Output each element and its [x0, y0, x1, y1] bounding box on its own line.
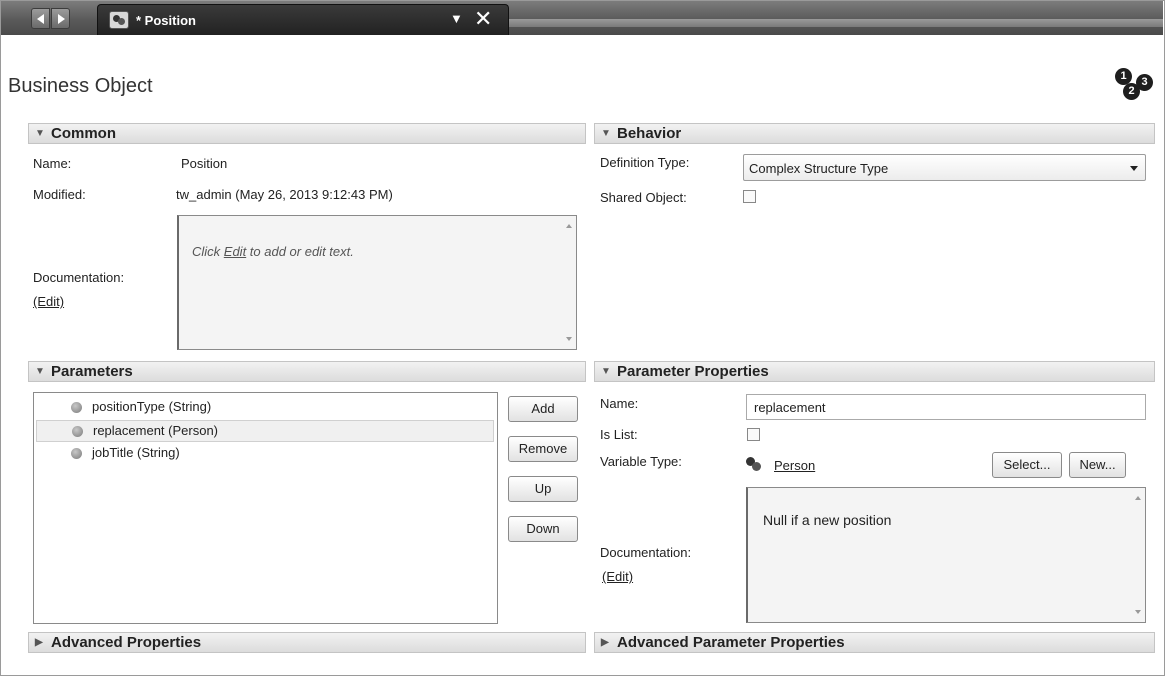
variable-type-link[interactable]: Person	[774, 458, 815, 473]
list-item[interactable]: jobTitle (String)	[36, 443, 494, 465]
add-button[interactable]: Add	[508, 396, 578, 422]
advanced-parameter-properties-label: Advanced Parameter Properties	[617, 634, 845, 651]
forward-arrow-icon	[58, 14, 65, 24]
collapse-icon: ▼	[35, 366, 45, 377]
shared-object-checkbox[interactable]	[743, 190, 756, 203]
remove-button[interactable]: Remove	[508, 436, 578, 462]
history-nav	[31, 8, 71, 29]
collapse-icon: ▼	[35, 128, 45, 139]
parameter-properties-header-label: Parameter Properties	[617, 363, 769, 380]
parameters-header-label: Parameters	[51, 363, 133, 380]
parameters-section-header[interactable]: ▼ Parameters	[28, 361, 586, 382]
param-documentation-text: Null if a new position	[763, 512, 892, 528]
select-button[interactable]: Select...	[992, 452, 1062, 478]
step-2: 2	[1123, 83, 1140, 100]
parameter-icon	[71, 402, 82, 413]
list-item-label: replacement (Person)	[93, 423, 218, 438]
tab-bar: * Position ▼ ✕	[1, 1, 1163, 35]
is-list-label: Is List:	[600, 427, 638, 442]
chevron-down-icon[interactable]: ▼	[450, 11, 463, 26]
advanced-properties-label: Advanced Properties	[51, 634, 202, 651]
advanced-properties-header[interactable]: ▶ Advanced Properties	[28, 632, 586, 653]
scroll-down-icon	[1135, 610, 1141, 614]
documentation-edit-link[interactable]: (Edit)	[33, 294, 64, 309]
scrollbar[interactable]	[562, 216, 576, 349]
placeholder-pre: Click	[192, 244, 224, 259]
collapse-icon: ▼	[601, 366, 611, 377]
list-item-label: jobTitle (String)	[92, 445, 180, 460]
param-name-label: Name:	[600, 396, 639, 411]
param-name-value: replacement	[754, 400, 826, 415]
definition-type-label: Definition Type:	[600, 155, 690, 170]
common-header-label: Common	[51, 125, 116, 142]
is-list-checkbox[interactable]	[747, 428, 760, 441]
param-documentation-box[interactable]: Null if a new position	[746, 487, 1146, 623]
common-section-header[interactable]: ▼ Common	[28, 123, 586, 144]
list-item[interactable]: positionType (String)	[36, 397, 494, 419]
param-name-field[interactable]: replacement	[746, 394, 1146, 420]
tab-title: * Position	[136, 13, 196, 28]
close-icon[interactable]: ✕	[474, 6, 492, 32]
name-value: Position	[181, 156, 228, 171]
tab-position[interactable]: * Position ▼ ✕	[97, 4, 509, 35]
page-title: Business Object	[8, 75, 153, 97]
name-label: Name:	[33, 156, 72, 171]
down-button[interactable]: Down	[508, 516, 578, 542]
modified-label: Modified:	[33, 187, 86, 202]
modified-value: tw_admin (May 26, 2013 9:12:43 PM)	[176, 187, 393, 202]
scrollbar[interactable]	[1131, 488, 1145, 622]
chevron-down-icon	[1130, 166, 1138, 171]
parameter-properties-section-header[interactable]: ▼ Parameter Properties	[594, 361, 1155, 382]
param-documentation-edit-link[interactable]: (Edit)	[602, 569, 633, 584]
collapse-icon: ▼	[601, 128, 611, 139]
definition-type-value: Complex Structure Type	[749, 161, 889, 176]
behavior-header-label: Behavior	[617, 125, 682, 142]
back-button[interactable]	[31, 8, 50, 29]
variable-type-label: Variable Type:	[600, 454, 682, 469]
scroll-up-icon	[566, 224, 572, 228]
list-item[interactable]: replacement (Person)	[36, 420, 494, 442]
up-button[interactable]: Up	[508, 476, 578, 502]
step-numbers-icon[interactable]: 1 3 2	[1110, 66, 1154, 102]
param-documentation-label: Documentation:	[600, 545, 692, 560]
forward-button[interactable]	[51, 8, 70, 29]
documentation-box[interactable]: Click Edit to add or edit text.	[177, 215, 577, 350]
behavior-section-header[interactable]: ▼ Behavior	[594, 123, 1155, 144]
parameters-list[interactable]: positionType (String) replacement (Perso…	[33, 392, 498, 624]
advanced-parameter-properties-header[interactable]: ▶ Advanced Parameter Properties	[594, 632, 1155, 653]
tab-bar-strip	[509, 19, 1163, 27]
back-arrow-icon	[37, 14, 44, 24]
parameter-icon	[71, 448, 82, 459]
shared-object-label: Shared Object:	[600, 190, 687, 205]
documentation-label: Documentation:	[33, 270, 125, 285]
business-object-icon	[746, 457, 763, 472]
business-object-icon	[109, 11, 129, 29]
new-button[interactable]: New...	[1069, 452, 1126, 478]
expand-icon: ▶	[35, 637, 43, 648]
scroll-up-icon	[1135, 496, 1141, 500]
definition-type-select[interactable]: Complex Structure Type	[743, 154, 1146, 181]
placeholder-post: to add or edit text.	[246, 244, 354, 259]
list-item-label: positionType (String)	[92, 399, 212, 414]
placeholder-edit-link[interactable]: Edit	[224, 244, 246, 259]
expand-icon: ▶	[601, 637, 609, 648]
documentation-placeholder: Click Edit to add or edit text.	[192, 244, 354, 259]
parameter-icon	[72, 426, 83, 437]
scroll-down-icon	[566, 337, 572, 341]
